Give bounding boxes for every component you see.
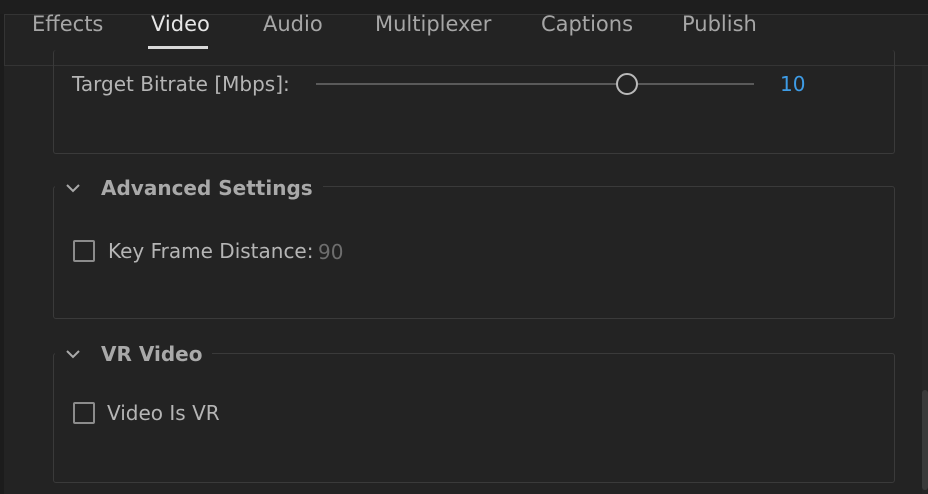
advanced-settings-title: Advanced Settings [101, 176, 313, 200]
vr-video-title: VR Video [101, 342, 203, 366]
chevron-down-icon[interactable] [63, 344, 83, 364]
left-rail [0, 14, 4, 494]
advanced-settings-header[interactable]: Advanced Settings [55, 174, 323, 202]
key-frame-distance-value: 90 [318, 240, 344, 264]
target-bitrate-slider-thumb[interactable] [615, 73, 638, 95]
key-frame-distance-checkbox[interactable] [73, 240, 95, 262]
target-bitrate-label: Target Bitrate [Mbps]: [72, 72, 290, 96]
tab-captions[interactable]: Captions [541, 12, 633, 36]
tab-publish[interactable]: Publish [682, 12, 757, 36]
tab-multiplexer[interactable]: Multiplexer [375, 12, 491, 36]
target-bitrate-value[interactable]: 10 [780, 72, 805, 96]
bitrate-settings-group [53, 50, 895, 154]
chevron-down-icon[interactable] [63, 178, 83, 198]
vr-video-header[interactable]: VR Video [55, 340, 213, 368]
tab-effects[interactable]: Effects [32, 12, 103, 36]
key-frame-distance-label: Key Frame Distance: [108, 239, 314, 263]
tab-video[interactable]: Video [151, 12, 210, 36]
scrollbar-thumb[interactable] [922, 390, 928, 490]
video-is-vr-checkbox[interactable] [73, 402, 95, 424]
tab-audio[interactable]: Audio [263, 12, 323, 36]
target-bitrate-slider-track[interactable] [316, 83, 754, 85]
video-is-vr-label: Video Is VR [107, 401, 220, 425]
active-tab-indicator [148, 46, 208, 49]
